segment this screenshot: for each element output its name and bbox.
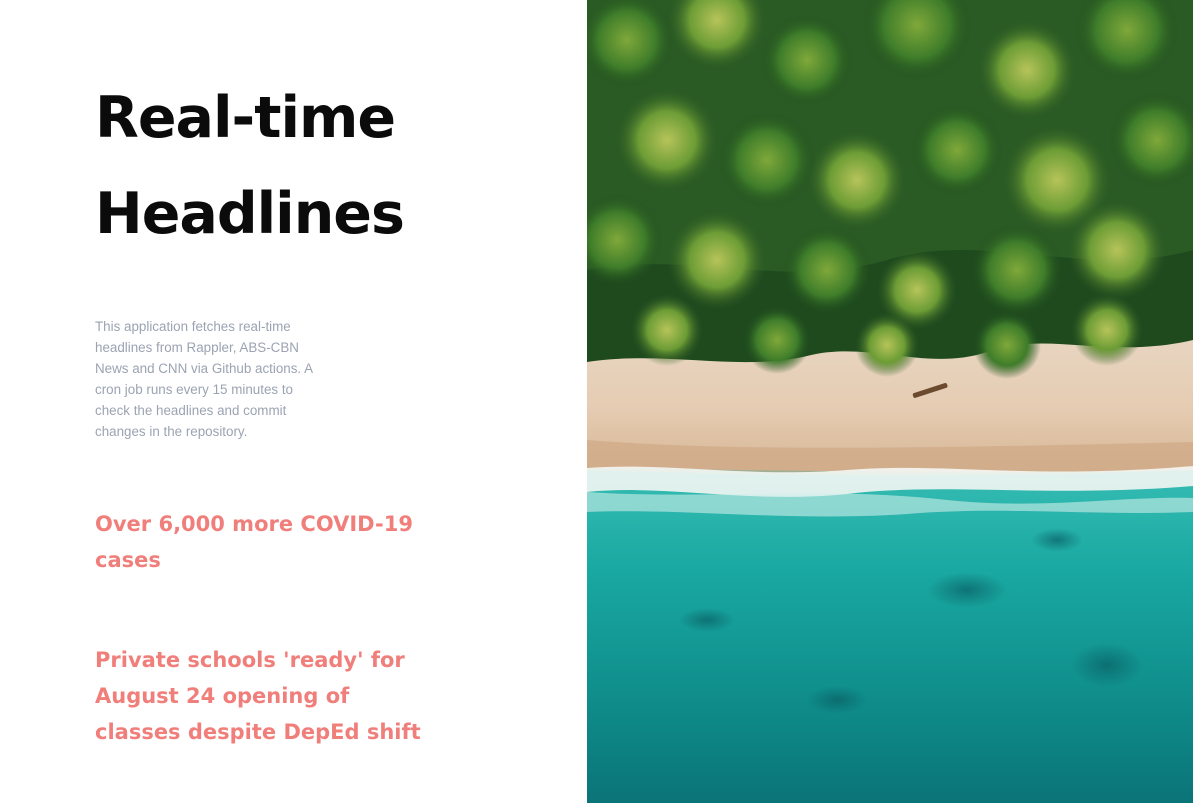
app-description: This application fetches real-time headl…	[95, 319, 313, 439]
headline-link[interactable]: Over 6,000 more COVID-19 cases	[95, 506, 425, 578]
headline-link[interactable]: Private schools 'ready' for August 24 op…	[95, 642, 440, 750]
hero-image	[587, 0, 1193, 803]
aerial-beach-image	[587, 0, 1193, 803]
page-title-line-2: Headlines	[95, 181, 405, 247]
page-title-line-1: Real-time	[95, 85, 396, 151]
page-title: Real-time Headlines	[95, 70, 515, 262]
content-panel: Real-time Headlines This application fet…	[0, 0, 587, 803]
